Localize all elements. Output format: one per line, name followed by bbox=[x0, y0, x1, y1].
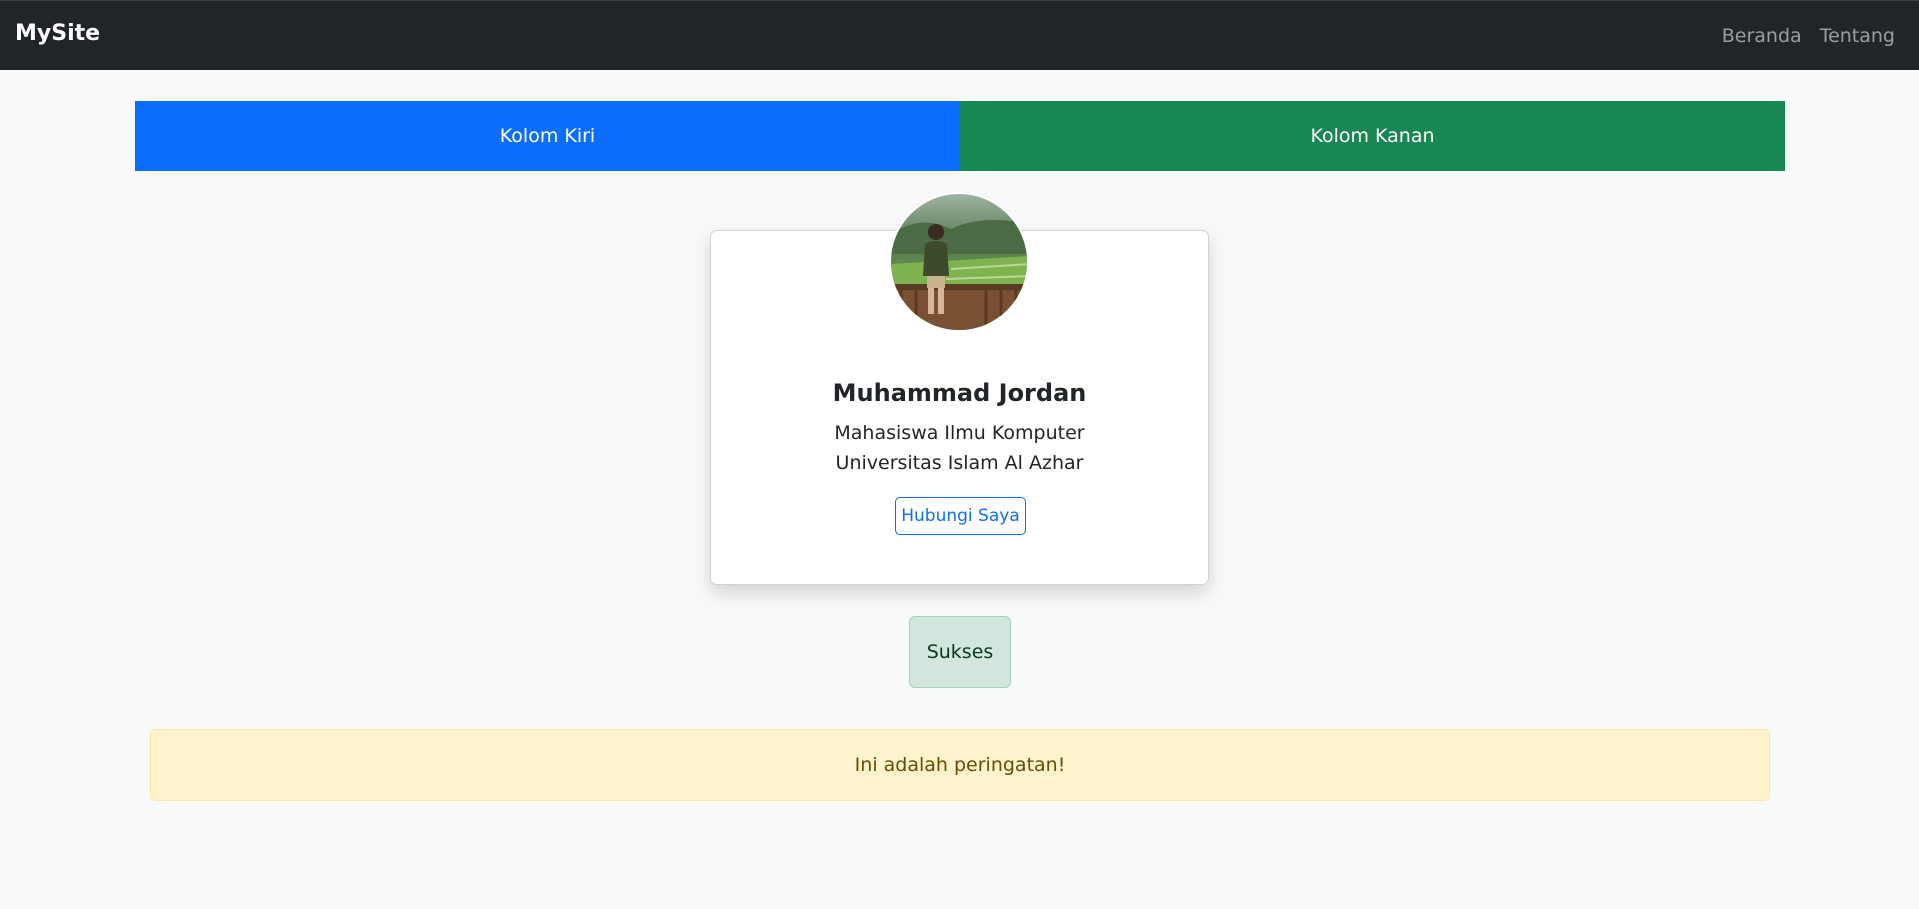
profile-university: Universitas Islam Al Azhar bbox=[835, 452, 1084, 474]
nav-link-beranda[interactable]: Beranda bbox=[1722, 25, 1802, 47]
avatar bbox=[889, 192, 1029, 332]
warning-alert: Ini adalah peringatan! bbox=[150, 729, 1770, 801]
contact-button[interactable]: Hubungi Saya bbox=[895, 497, 1026, 535]
profile-photo bbox=[891, 194, 1027, 330]
navbar: MySite Beranda Tentang bbox=[0, 0, 1919, 70]
profile-name: Muhammad Jordan bbox=[832, 379, 1087, 407]
left-column: Kolom Kiri bbox=[135, 101, 960, 171]
nav-link-tentang[interactable]: Tentang bbox=[1820, 25, 1895, 47]
success-alert: Sukses bbox=[909, 616, 1011, 688]
nav-links: Beranda Tentang bbox=[1722, 25, 1895, 47]
profile-title: Mahasiswa Ilmu Komputer bbox=[834, 422, 1085, 444]
brand-logo[interactable]: MySite bbox=[15, 21, 100, 46]
column-row: Kolom Kiri Kolom Kanan bbox=[135, 101, 1785, 171]
right-column: Kolom Kanan bbox=[960, 101, 1785, 171]
